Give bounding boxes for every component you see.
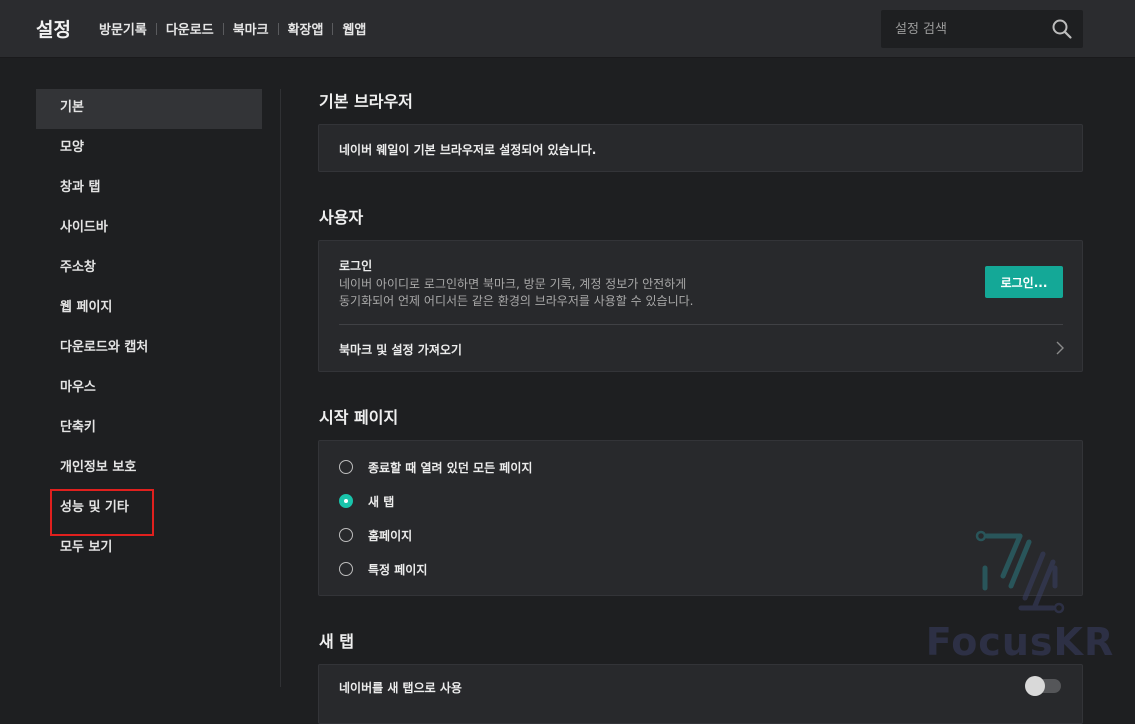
sidebar-item-appearance[interactable]: 모양 bbox=[36, 129, 262, 169]
sidebar-item-performance[interactable]: 성능 및 기타 bbox=[36, 489, 262, 536]
nav-separator bbox=[155, 22, 157, 35]
login-title: 로그인 bbox=[339, 259, 373, 273]
radio-label: 특정 페이지 bbox=[368, 562, 428, 577]
sidebar-item-address-bar[interactable]: 주소창 bbox=[36, 249, 262, 289]
login-description: 네이버 아이디로 로그인하면 북마크, 방문 기록, 계정 정보가 안전하게 동… bbox=[339, 276, 899, 310]
nav-separator bbox=[332, 22, 334, 35]
sidebar-item-shortcuts[interactable]: 단축키 bbox=[36, 409, 262, 449]
sidebar-divider bbox=[280, 89, 281, 687]
search-input[interactable] bbox=[881, 10, 1041, 48]
top-nav: 방문기록 다운로드 북마크 확장앱 웹앱 bbox=[99, 19, 366, 38]
sidebar-item-mouse[interactable]: 마우스 bbox=[36, 369, 262, 409]
sidebar-item-privacy[interactable]: 개인정보 보호 bbox=[36, 449, 262, 489]
top-header: 설정 방문기록 다운로드 북마크 확장앱 웹앱 bbox=[0, 0, 1135, 58]
login-button[interactable]: 로그인... bbox=[985, 266, 1063, 298]
search-box bbox=[881, 10, 1083, 48]
nav-webapps[interactable]: 웹앱 bbox=[342, 19, 366, 38]
start-option-new-tab[interactable]: 새 탭 bbox=[339, 491, 394, 511]
new-tab-toggle[interactable] bbox=[1025, 676, 1061, 696]
default-browser-card: 네이버 웨일이 기본 브라우저로 설정되어 있습니다. bbox=[318, 124, 1083, 172]
radio-button[interactable] bbox=[339, 460, 353, 474]
import-bookmarks-label: 북마크 및 설정 가져오기 bbox=[339, 343, 462, 357]
toggle-knob bbox=[1025, 676, 1045, 696]
radio-button-checked[interactable] bbox=[339, 494, 353, 508]
nav-separator bbox=[277, 22, 279, 35]
nav-separator bbox=[222, 22, 224, 35]
section-title-start-page: 시작 페이지 bbox=[319, 408, 399, 427]
radio-label: 홈페이지 bbox=[368, 528, 413, 543]
start-option-specific-page[interactable]: 특정 페이지 bbox=[339, 559, 427, 579]
search-icon[interactable] bbox=[1051, 18, 1073, 40]
sidebar-item-basic[interactable]: 기본 bbox=[36, 89, 262, 129]
radio-button[interactable] bbox=[339, 528, 353, 542]
sidebar-item-downloads-capture[interactable]: 다운로드와 캡처 bbox=[36, 329, 262, 369]
new-tab-option-label: 네이버를 새 탭으로 사용 bbox=[339, 681, 462, 695]
chevron-right-icon bbox=[1056, 341, 1064, 355]
start-page-card: 종료할 때 열려 있던 모든 페이지 새 탭 홈페이지 특정 페이지 bbox=[318, 440, 1083, 596]
user-card: 로그인 네이버 아이디로 로그인하면 북마크, 방문 기록, 계정 정보가 안전… bbox=[318, 240, 1083, 372]
start-option-homepage[interactable]: 홈페이지 bbox=[339, 525, 412, 545]
nav-history[interactable]: 방문기록 bbox=[99, 19, 147, 38]
sidebar-item-web-pages[interactable]: 웹 페이지 bbox=[36, 289, 262, 329]
section-title-new-tab: 새 탭 bbox=[319, 632, 355, 651]
sidebar-item-windows-tabs[interactable]: 창과 탭 bbox=[36, 169, 262, 209]
default-browser-status: 네이버 웨일이 기본 브라우저로 설정되어 있습니다. bbox=[339, 143, 597, 157]
radio-button[interactable] bbox=[339, 562, 353, 576]
import-bookmarks-row[interactable]: 북마크 및 설정 가져오기 bbox=[319, 325, 1082, 371]
new-tab-card: 네이버를 새 탭으로 사용 bbox=[318, 664, 1083, 724]
nav-extensions[interactable]: 확장앱 bbox=[288, 19, 324, 38]
login-description-line: 동기화되어 언제 어디서든 같은 환경의 브라우저를 사용할 수 있습니다. bbox=[339, 294, 694, 308]
page-title: 설정 bbox=[36, 19, 71, 41]
nav-downloads[interactable]: 다운로드 bbox=[166, 19, 214, 38]
radio-label: 종료할 때 열려 있던 모든 페이지 bbox=[368, 460, 533, 475]
radio-label: 새 탭 bbox=[368, 494, 395, 509]
login-description-line: 네이버 아이디로 로그인하면 북마크, 방문 기록, 계정 정보가 안전하게 bbox=[339, 277, 687, 291]
settings-sidebar: 기본 모양 창과 탭 사이드바 주소창 웹 페이지 다운로드와 캡처 마우스 단… bbox=[36, 89, 262, 569]
start-option-restore[interactable]: 종료할 때 열려 있던 모든 페이지 bbox=[339, 457, 532, 477]
sidebar-item-sidebar[interactable]: 사이드바 bbox=[36, 209, 262, 249]
section-title-user: 사용자 bbox=[319, 208, 364, 227]
nav-bookmarks[interactable]: 북마크 bbox=[233, 19, 269, 38]
watermark-text: FocusKR bbox=[925, 620, 1115, 664]
section-title-default-browser: 기본 브라우저 bbox=[319, 92, 413, 111]
